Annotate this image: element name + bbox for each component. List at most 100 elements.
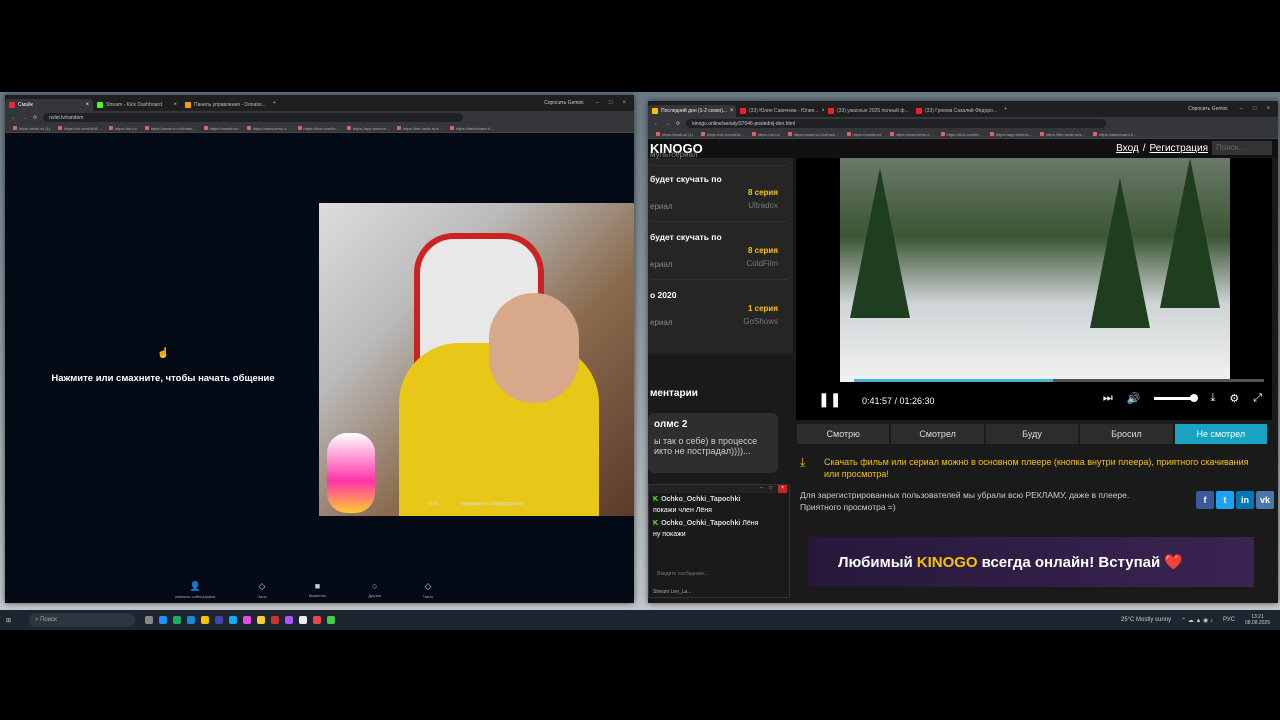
bookmark-item[interactable]: https://app.mineva... bbox=[346, 126, 389, 131]
close-icon[interactable]: × bbox=[778, 485, 787, 493]
status-will-watch[interactable]: Буду bbox=[985, 424, 1079, 444]
chrome-icon[interactable] bbox=[327, 616, 336, 624]
start-icon[interactable]: ⊞ bbox=[6, 617, 11, 624]
nav-friends[interactable]: ○ Друзья bbox=[368, 581, 381, 599]
reload-icon[interactable]: ⟳ bbox=[33, 115, 37, 121]
status-not-watched[interactable]: Не смотрел bbox=[1174, 424, 1268, 444]
tiktok-icon[interactable] bbox=[243, 616, 252, 624]
close-icon[interactable]: × bbox=[173, 102, 177, 108]
tab-3[interactable]: Панель управления - Donatio...× bbox=[181, 99, 269, 111]
task-view-icon[interactable] bbox=[145, 616, 154, 624]
forward-icon[interactable]: → bbox=[22, 115, 27, 121]
twitter-icon[interactable]: t bbox=[1216, 491, 1234, 509]
progress-bar[interactable] bbox=[854, 379, 1264, 382]
address-bar[interactable]: nvlet.tv/random bbox=[43, 113, 464, 122]
weather-widget[interactable]: 25°C Mostly sunny bbox=[1121, 617, 1171, 623]
tab-4[interactable]: (33) Громов Сахалий Фёдоро...× bbox=[912, 105, 1000, 117]
close-icon[interactable]: × bbox=[85, 102, 89, 108]
list-item[interactable]: о 2020 1 серия ериал GoShows bbox=[650, 282, 788, 338]
volume-slider[interactable] bbox=[1154, 394, 1199, 402]
folder-icon[interactable] bbox=[257, 616, 266, 624]
promo-banner[interactable]: Любимый KINOGO всегда онлайн! Вступай ❤️ bbox=[808, 537, 1254, 587]
search-input[interactable]: Поиск... bbox=[1212, 141, 1272, 155]
next-icon[interactable]: ⏭ bbox=[1103, 392, 1113, 405]
tab-1[interactable]: Последний дон (1-2 сезон)... × bbox=[648, 105, 736, 117]
bookmark-item[interactable]: https://mail.ru/ (1) bbox=[656, 132, 693, 137]
new-tab-button[interactable]: + bbox=[269, 100, 280, 106]
bookmark-item[interactable]: https://rorabk.ru/ bbox=[203, 126, 239, 131]
list-item[interactable]: будет скучать по 8 серия ериал ColdFilm bbox=[650, 224, 788, 280]
new-tab-button[interactable]: + bbox=[1000, 106, 1011, 112]
bookmark-item[interactable]: https://the-radio.ru/s... bbox=[1039, 132, 1085, 137]
clock[interactable]: 13:21 08.08.2025 bbox=[1245, 614, 1270, 626]
bookmark-item[interactable]: https://vk.com/id18... bbox=[701, 132, 744, 137]
maximize-icon[interactable]: □ bbox=[1253, 106, 1257, 112]
forward-icon[interactable]: → bbox=[665, 121, 670, 127]
reload-icon[interactable]: ⟳ bbox=[676, 121, 680, 127]
app-icon[interactable] bbox=[285, 616, 294, 624]
back-icon[interactable]: ← bbox=[654, 121, 659, 127]
chat-username[interactable]: Ochko_Ochki_Tapochki bbox=[661, 496, 740, 503]
download-text[interactable]: Скачать фильм или сериал можно в основно… bbox=[824, 457, 1249, 479]
ask-gemini-button[interactable]: Спросить Gemini bbox=[540, 99, 587, 107]
bookmark-item[interactable]: https://vk.com/id18... bbox=[58, 126, 101, 131]
bookmark-item[interactable]: https://mail.ru/ (1) bbox=[13, 126, 50, 131]
bookmark-item[interactable]: https://kick.com/fe... bbox=[297, 126, 339, 131]
bookmark-item[interactable]: https://dashboard.li... bbox=[1092, 132, 1136, 137]
minimize-icon[interactable]: – bbox=[1240, 106, 1243, 112]
list-item[interactable]: будет скучать по 8 серия ериал Ultradox bbox=[650, 166, 788, 222]
language-indicator[interactable]: РУС bbox=[1223, 617, 1235, 623]
close-window-icon[interactable]: × bbox=[622, 100, 626, 106]
back-icon[interactable]: ← bbox=[11, 115, 16, 121]
tab-2[interactable]: (33) Юлия Савичева - Юлия... × bbox=[736, 105, 824, 117]
tab-2[interactable]: Stream - Kick Dashboard × bbox=[93, 99, 181, 111]
tab-3[interactable]: (33) ужасные 2025 полный ф...× bbox=[824, 105, 912, 117]
status-watched[interactable]: Смотрел bbox=[891, 424, 984, 444]
volume-icon[interactable]: 🔊 bbox=[1127, 392, 1141, 405]
facebook-icon[interactable]: f bbox=[1196, 491, 1214, 509]
taskbar-search[interactable]: ⌕ Поиск bbox=[29, 613, 136, 627]
app-icon[interactable] bbox=[173, 616, 182, 624]
bookmark-item[interactable]: https://ok.ru/ bbox=[108, 126, 137, 131]
steam-icon[interactable] bbox=[187, 616, 196, 624]
nav-next[interactable]: 👤 сменить собеседника bbox=[175, 581, 215, 599]
bookmark-item[interactable]: https://rorabk.ru/ bbox=[846, 132, 882, 137]
tab-1[interactable]: Смайк × bbox=[5, 99, 93, 111]
app-icon[interactable] bbox=[299, 616, 308, 624]
fullscreen-icon[interactable]: ⤢ bbox=[1253, 392, 1262, 405]
app-icon[interactable] bbox=[201, 616, 210, 624]
settings-icon[interactable]: ⚙ bbox=[1229, 392, 1239, 405]
bookmark-item[interactable]: https://kick.com/fe... bbox=[940, 132, 982, 137]
login-link[interactable]: Вход bbox=[1116, 143, 1139, 154]
bookmark-item[interactable]: https://app.mineva... bbox=[989, 132, 1032, 137]
tray-icons[interactable]: ⌃ ☁ ▲ ◉ ♪ bbox=[1181, 617, 1213, 624]
minimize-icon[interactable]: – bbox=[760, 485, 763, 493]
bookmark-item[interactable]: https://www.vo.r/c/frank... bbox=[787, 132, 839, 137]
close-icon[interactable]: × bbox=[730, 108, 734, 114]
ask-gemini-button[interactable]: Спросить Gemini bbox=[1184, 105, 1231, 113]
download-icon[interactable]: ⤓ bbox=[1210, 392, 1215, 405]
close-window-icon[interactable]: × bbox=[1266, 106, 1270, 112]
nav-chats-2[interactable]: ◇ Чаты bbox=[423, 581, 433, 599]
bookmark-item[interactable]: https://www.vo.r/c/frank... bbox=[144, 126, 196, 131]
nav-moments[interactable]: ■ Моменты bbox=[309, 581, 327, 599]
edge-icon[interactable] bbox=[159, 616, 168, 624]
chat-input[interactable]: Введите сообщение... bbox=[653, 569, 787, 579]
pause-icon[interactable]: ❚❚ bbox=[818, 391, 841, 408]
app-icon[interactable] bbox=[271, 616, 280, 624]
bookmark-item[interactable]: https://the-radio.ru/s... bbox=[396, 126, 442, 131]
comment-card[interactable]: олмс 2 ы так о себе) в процессе икто не … bbox=[648, 413, 778, 473]
minimize-icon[interactable]: – bbox=[596, 100, 599, 106]
register-link[interactable]: Регистрация bbox=[1150, 143, 1208, 154]
video-player[interactable]: ❚❚ 0:41:57 / 01:26:30 ⏭ 🔊 ⤓ ⚙ ⤢ bbox=[796, 158, 1272, 420]
status-dropped[interactable]: Бросил bbox=[1080, 424, 1173, 444]
bookmark-item[interactable]: https://dashboard.li... bbox=[449, 126, 493, 131]
bookmark-item[interactable]: https://ok.ru/ bbox=[751, 132, 780, 137]
bookmark-item[interactable]: https://www.temu.c... bbox=[246, 126, 290, 131]
list-item[interactable]: мультсериал bbox=[650, 144, 788, 166]
chat-username[interactable]: Ochko_Ochki_Tapochki bbox=[661, 520, 740, 527]
app-icon[interactable] bbox=[215, 616, 224, 624]
nav-chats[interactable]: ◇ Чаты bbox=[257, 581, 267, 599]
start-prompt[interactable]: Нажмите или смахните, чтобы начать общен… bbox=[5, 373, 321, 384]
app-icon[interactable] bbox=[229, 616, 238, 624]
